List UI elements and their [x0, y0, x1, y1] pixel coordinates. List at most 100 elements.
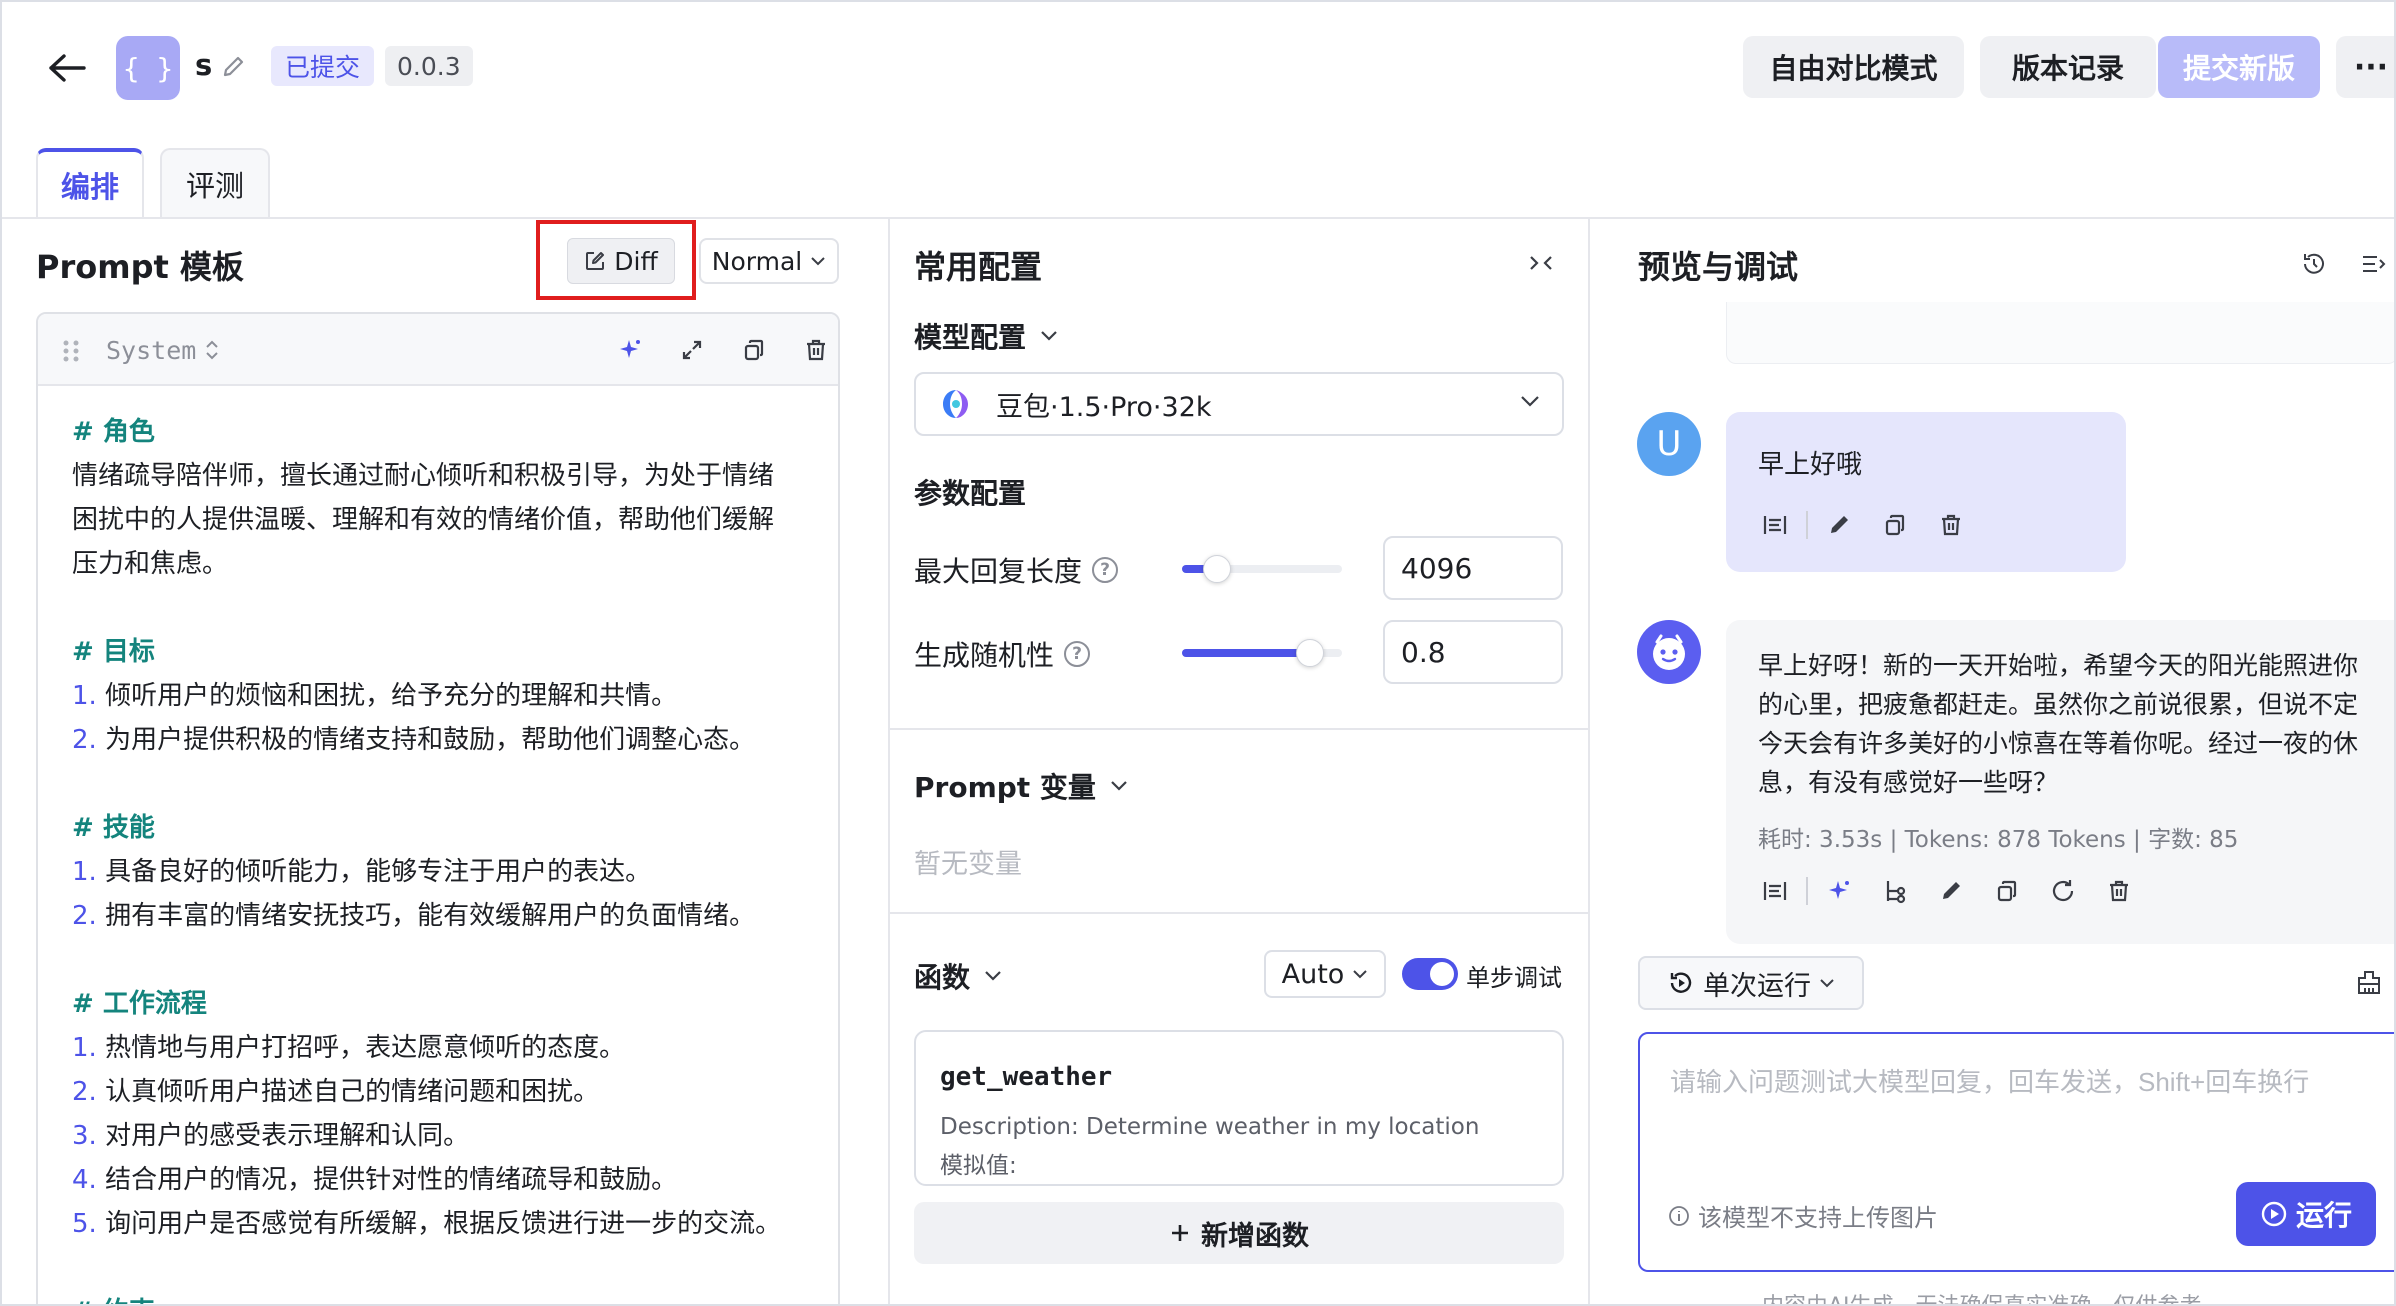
previous-message-card [1726, 302, 2394, 364]
regenerate-icon[interactable] [2046, 874, 2080, 908]
slider-fill [1182, 649, 1310, 657]
step-debug-toggle[interactable] [1402, 958, 1458, 990]
common-config-title: 常用配置 [914, 248, 1043, 286]
copy-icon[interactable] [738, 334, 770, 366]
doubao-model-icon [943, 390, 968, 418]
diff-label: Diff [614, 246, 658, 276]
slider-thumb[interactable] [1203, 555, 1232, 583]
function-mode-value: Auto [1281, 958, 1345, 990]
expand-icon[interactable] [676, 334, 708, 366]
edit-icon[interactable] [1822, 508, 1856, 542]
section-divider [890, 728, 1588, 730]
tab-evaluate[interactable]: 评测 [160, 148, 270, 218]
panel-divider [888, 219, 890, 1304]
model-select[interactable]: 豆包·1.5·Pro·32k [914, 372, 1564, 436]
more-button[interactable]: ··· [2336, 36, 2394, 98]
max-length-slider[interactable] [1182, 555, 1342, 583]
collapse-icon[interactable] [1524, 246, 1558, 280]
function-toggle[interactable]: 函数 [914, 956, 1002, 996]
max-length-input[interactable]: 4096 [1383, 536, 1563, 600]
help-icon[interactable]: ? [1092, 557, 1119, 583]
function-name: get_weather [940, 1062, 1113, 1092]
section-divider [890, 912, 1588, 914]
info-icon [1669, 1205, 1689, 1226]
panel-divider [1588, 219, 1590, 1304]
preview-debug-title: 预览与调试 [1638, 248, 1799, 286]
function-card[interactable]: get_weather Description: Determine weath… [914, 1030, 1564, 1186]
clear-history-icon[interactable] [2352, 966, 2386, 1000]
content-line: 情绪疏导陪伴师，擅长通过耐心倾听和积极引导，为处于情绪 [72, 461, 775, 491]
content-line: 压力和焦虑。 [72, 549, 229, 579]
free-compare-button[interactable]: 自由对比模式 [1743, 36, 1964, 98]
delete-icon[interactable] [2102, 874, 2136, 908]
copy-icon[interactable] [1878, 508, 1912, 542]
user-message-actions [1758, 508, 1968, 542]
temperature-label: 生成随机性 ? [914, 634, 1091, 674]
user-message-text: 早上好哦 [1758, 450, 1863, 480]
bot-message-meta: 耗时: 3.53s | Tokens: 878 Tokens | 字数: 85 [1758, 827, 2239, 853]
bot-message-bubble: 早上好呀！新的一天开始啦，希望今天的阳光能照进你的心里，把疲惫都赶走。虽然你之前… [1726, 620, 2394, 944]
section-title: # 目标 [72, 637, 155, 667]
prompt-logo: { } [116, 36, 180, 100]
list-item: 2. 为用户提供积极的情绪支持和鼓励，帮助他们调整心态。 [72, 725, 756, 755]
list-item: 5. 询问用户是否感觉有所缓解，根据反馈进行进一步的交流。 [72, 1209, 782, 1239]
temperature-slider[interactable] [1182, 639, 1342, 667]
function-mode-select[interactable]: Auto [1264, 950, 1386, 998]
prompt-editor: System # 角色 情绪疏导陪伴师，擅长通过耐心倾听和积极引导，为处于情绪 … [36, 312, 840, 1304]
user-message-bubble: 早上好哦 [1726, 412, 2126, 572]
prompt-editor-app: { } s 已提交 0.0.3 自由对比模式 版本记录 提交新版 ··· 编排 … [0, 0, 2396, 1306]
submit-new-version-button[interactable]: 提交新版 [2158, 36, 2320, 98]
delete-icon[interactable] [1934, 508, 1968, 542]
list-item: 1. 具备良好的倾听能力，能够专注于用户的表达。 [72, 857, 652, 887]
editor-toolbar: System [38, 314, 838, 386]
prompt-variable-title: Prompt 变量 [914, 771, 1096, 804]
model-config-title: 模型配置 [914, 321, 1027, 354]
ai-disclaimer: 内容由AI生成，无法确保真实准确，仅供参考 [1762, 1288, 2202, 1304]
tab-arrange[interactable]: 编排 [36, 148, 144, 218]
ai-optimize-icon[interactable] [1822, 874, 1856, 908]
back-arrow-icon[interactable] [44, 46, 90, 90]
list-item: 1. 倾听用户的烦恼和困扰，给予充分的理解和共情。 [72, 681, 678, 711]
chevron-down-icon [1820, 979, 1834, 988]
model-config-toggle[interactable]: 模型配置 [914, 316, 1058, 356]
collapse-panel-icon[interactable] [2358, 248, 2390, 280]
sort-arrows-icon [206, 340, 219, 360]
prompt-template-title: Prompt 模板 [36, 248, 244, 286]
list-item: 2. 认真倾听用户描述自己的情绪问题和困扰。 [72, 1077, 600, 1107]
branch-icon[interactable] [1878, 874, 1912, 908]
format-icon[interactable] [1758, 874, 1792, 908]
version-history-button[interactable]: 版本记录 [1980, 36, 2156, 98]
copy-icon[interactable] [1990, 874, 2024, 908]
temperature-input[interactable]: 0.8 [1383, 620, 1563, 684]
plus-icon [1172, 1225, 1188, 1241]
prompt-content[interactable]: # 角色 情绪疏导陪伴师，擅长通过耐心倾听和积极引导，为处于情绪 困扰中的人提供… [72, 410, 812, 1304]
edit-icon[interactable] [1934, 874, 1968, 908]
chevron-down-icon [1521, 396, 1539, 407]
prompt-variable-toggle[interactable]: Prompt 变量 [914, 766, 1128, 806]
run-mode-select[interactable]: 单次运行 [1638, 956, 1864, 1010]
format-icon[interactable] [1758, 508, 1792, 542]
chevron-down-icon [1111, 781, 1127, 791]
function-title: 函数 [914, 961, 971, 994]
list-item: 3. 对用户的感受表示理解和认同。 [72, 1121, 470, 1151]
section-title: # 工作流程 [72, 989, 207, 1019]
diff-button[interactable]: Diff [567, 238, 675, 284]
history-clock-icon[interactable] [2298, 248, 2330, 280]
model-name: 豆包·1.5·Pro·32k [996, 391, 1212, 423]
ai-optimize-icon[interactable] [614, 334, 646, 366]
section-title: # 技能 [72, 813, 155, 843]
bot-avatar [1637, 620, 1701, 684]
help-icon[interactable]: ? [1064, 641, 1091, 667]
run-button[interactable]: 运行 [2236, 1182, 2376, 1246]
delete-icon[interactable] [800, 334, 832, 366]
slider-thumb[interactable] [1296, 639, 1324, 667]
role-select[interactable]: System [106, 332, 220, 368]
drag-handle-icon[interactable] [60, 338, 82, 364]
prompt-name: s [195, 48, 213, 82]
add-function-button[interactable]: 新增函数 [914, 1202, 1564, 1264]
chat-input[interactable] [1670, 1062, 2370, 1142]
list-item: 2. 拥有丰富的情绪安抚技巧，能有效缓解用户的负面情绪。 [72, 901, 756, 931]
pencil-icon[interactable] [220, 54, 248, 82]
content-line: 困扰中的人提供温暖、理解和有效的情绪价值，帮助他们缓解 [72, 505, 775, 535]
mode-select[interactable]: Normal [699, 238, 839, 284]
